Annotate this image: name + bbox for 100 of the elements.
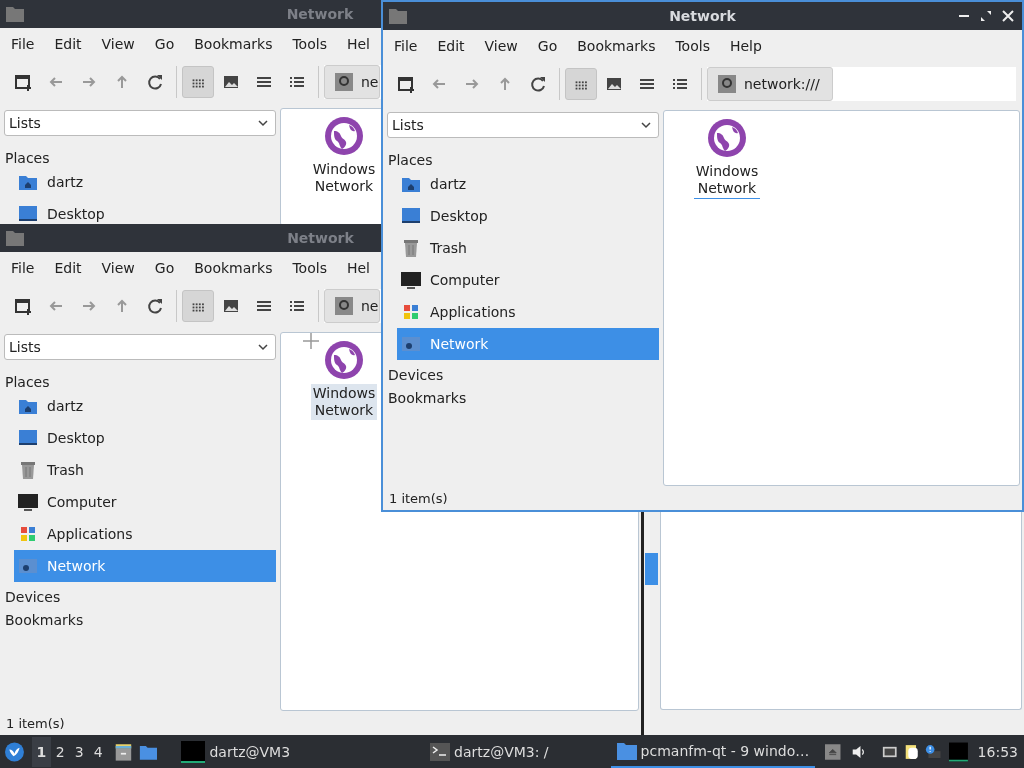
trash-icon [401,238,421,258]
menu-item[interactable]: Hel [346,260,370,276]
path-button[interactable]: network:/// [707,67,833,101]
window-title: Network [669,8,736,24]
sidebar-item[interactable]: Trash [397,232,659,264]
menu-item[interactable]: File [11,36,35,52]
sidebar-item[interactable]: Applications [14,518,276,550]
refresh-icon [145,296,165,316]
menu-item[interactable]: View [101,260,135,276]
maximize-button[interactable] [978,8,994,24]
workspace-button[interactable]: 1 [31,736,51,767]
folder-icon [389,8,407,24]
menu-item[interactable]: View [101,36,135,52]
section-header[interactable]: Bookmarks [5,612,84,628]
desktop-icon [401,206,421,226]
path-button[interactable]: ne [324,289,380,323]
notification-icon[interactable] [925,742,941,761]
file-label[interactable]: Windows Network [310,160,378,196]
new-window-icon [13,296,33,316]
menu-item[interactable]: Bookmarks [577,38,656,54]
sidebar-item[interactable]: Computer [397,264,659,296]
file-label[interactable]: Windows Network [693,162,761,199]
sidebar-item[interactable]: Applications [397,296,659,328]
location-icon [335,73,353,91]
section-header[interactable]: Devices [5,589,61,605]
window-title: Network [286,6,354,22]
crosshair-cursor-icon [303,333,319,349]
desktop-icon [18,204,38,224]
section-header[interactable]: Places [388,152,433,168]
refresh-icon [528,74,548,94]
menu-item[interactable]: Hel [346,36,370,52]
applications-icon [401,302,421,322]
menu-item[interactable]: Bookmarks [194,260,273,276]
eject-icon[interactable] [825,742,841,761]
window-thumbnail-icon [181,740,206,763]
start-menu-icon[interactable] [5,740,24,763]
applications-icon [18,524,38,544]
terminal-icon [430,740,451,763]
folder-icon [6,6,24,22]
workspace-button[interactable]: 4 [88,736,108,767]
menu-item[interactable]: Tools [675,38,710,54]
menu-item[interactable]: File [394,38,418,54]
menu-item[interactable]: Go [154,260,175,276]
section-header[interactable]: Bookmarks [388,390,467,406]
monitor-icon [18,492,38,512]
sidebar-item[interactable]: dartz [397,168,659,200]
path-button[interactable]: ne [324,65,380,99]
refresh-icon [145,72,165,92]
status-text: 1 item(s) [389,490,448,506]
menu-item[interactable]: Go [537,38,558,54]
menu-item[interactable]: Go [154,36,175,52]
monitor-icon [401,270,421,290]
sidebar-item[interactable]: Trash [14,454,276,486]
new-window-icon [396,74,416,94]
maximize-icon [978,8,994,24]
globe-icon[interactable] [323,339,365,381]
sidebar-mode-dropdown[interactable]: Lists [4,110,276,136]
sidebar-mode-dropdown[interactable]: Lists [4,334,276,360]
menu-item[interactable]: Edit [437,38,465,54]
network-icon [401,334,421,354]
menu-item[interactable]: Edit [54,260,82,276]
globe-icon[interactable] [706,117,748,159]
section-header[interactable]: Places [5,374,50,390]
file-label[interactable]: Windows Network [310,384,378,420]
status-text: 1 item(s) [6,715,65,731]
location-icon [335,297,353,315]
clipboard-icon[interactable] [903,742,920,761]
taskbar-task[interactable]: pcmanfm-qt - 9 windo… [610,735,816,768]
selection-highlight [645,553,658,585]
taskbar-task[interactable]: dartz@VM3 [175,735,297,768]
globe-icon[interactable] [323,115,365,157]
menu-item[interactable]: View [484,38,518,54]
trash-icon [18,460,38,480]
sidebar-item[interactable]: Computer [14,486,276,518]
new-window-icon [13,72,33,92]
menu-item[interactable]: Help [729,38,762,54]
section-header[interactable]: Devices [388,367,444,383]
close-button[interactable] [1000,8,1016,24]
menu-item[interactable]: Tools [292,36,327,52]
caret-icon [257,117,269,129]
sidebar-mode-dropdown[interactable]: Lists [387,112,659,138]
menu-item[interactable]: Bookmarks [194,36,273,52]
menu-item[interactable]: File [11,260,35,276]
window-thumbnail-icon[interactable] [948,740,968,763]
folder-icon [6,230,24,246]
menu-item[interactable]: Tools [292,260,327,276]
taskbar-task[interactable]: dartz@VM3: / [424,735,555,768]
close-icon [1000,8,1016,24]
minimize-icon [959,15,969,17]
sidebar-item[interactable]: Desktop [14,198,276,226]
section-header[interactable]: Places [5,150,50,166]
sidebar-item[interactable]: dartz [14,166,276,198]
menu-item[interactable]: Edit [54,36,82,52]
workspace-button[interactable]: 2 [50,736,70,767]
window-title: Network [287,230,354,246]
sidebar-item[interactable]: Desktop [397,200,659,232]
sidebar-item[interactable]: dartz [14,390,276,422]
sidebar-item[interactable]: Desktop [14,422,276,454]
location-icon [718,75,736,93]
workspace-button[interactable]: 3 [69,736,89,767]
